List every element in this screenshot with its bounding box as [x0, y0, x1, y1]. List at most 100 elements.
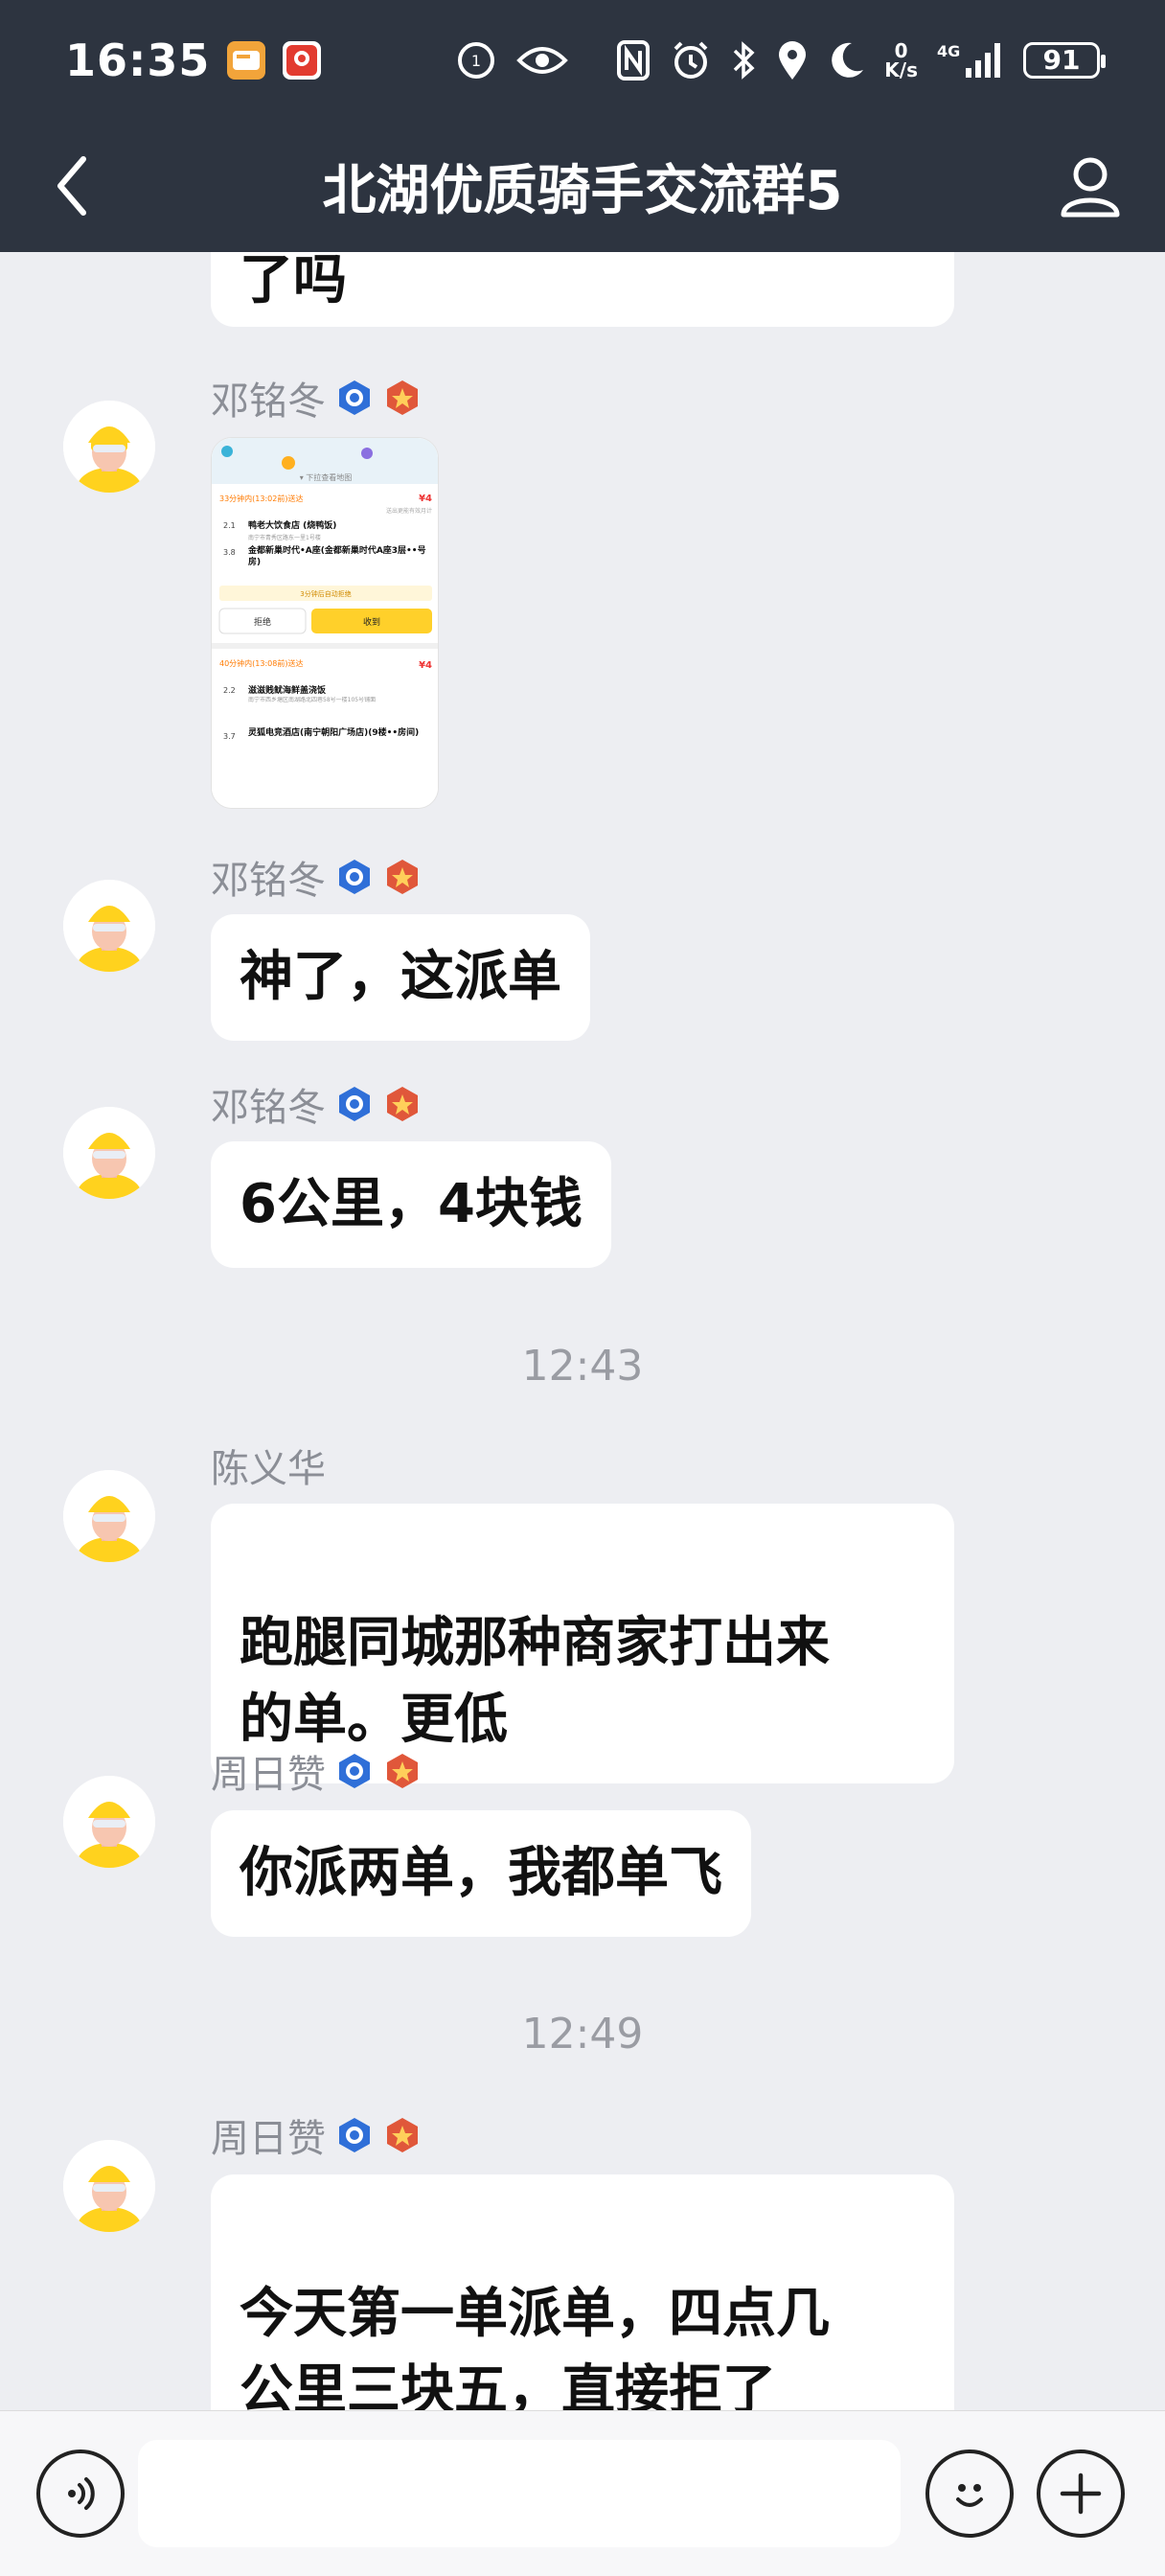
reject-button-label: 拒绝 — [254, 616, 271, 628]
network-type: 4G — [937, 42, 960, 60]
voice-button[interactable] — [36, 2450, 125, 2538]
notification-app-icon — [227, 40, 266, 80]
order1-pickup-addr: 南宁市青秀区路东一里1号楼 — [248, 534, 321, 541]
sender-name: 陈义华 — [211, 1441, 326, 1491]
order1-price: ¥4 — [419, 494, 432, 504]
message-bubble[interactable]: 神了，这派单 — [211, 914, 590, 1041]
sender-label: 周日赞 — [211, 1753, 326, 1797]
avatar[interactable] — [63, 1776, 155, 1868]
group-members-button[interactable] — [1050, 149, 1127, 225]
message-text: 跑腿同城那种商家打出来 的单。更低 — [240, 1612, 830, 1751]
message-bubble[interactable]: 了吗 — [211, 252, 954, 327]
level-badge-icon — [339, 1754, 370, 1788]
avatar[interactable] — [63, 1107, 155, 1199]
order1-pickup-dist: 2.1 — [223, 521, 236, 530]
net-speed: 0 K/s — [884, 38, 918, 81]
message-text: 今天第一单派单，四点几 公里三块五，直接拒了 — [240, 2283, 830, 2410]
notification-app-icon-2 — [283, 40, 322, 80]
chevron-left-icon — [57, 156, 86, 216]
message-input[interactable] — [138, 2440, 901, 2547]
order2-pickup-dist: 2.2 — [223, 686, 236, 695]
rider-avatar-icon — [63, 1776, 155, 1868]
time-divider: 12:49 — [521, 2010, 644, 2058]
order2-drop: 灵狐电竞酒店(南宁朝阳广场店)(9楼••房间) — [248, 728, 420, 738]
status-bar: 16:35 1 0 K/s 4G 91 — [0, 0, 1165, 120]
order2-drop-dist: 3.7 — [223, 732, 236, 741]
sender-name: 周日赞 — [211, 2111, 422, 2161]
moon-icon — [827, 39, 865, 81]
order1-pickup: 鸭老大饮食店 (烧鸭饭) — [248, 519, 336, 531]
bluetooth-icon — [731, 39, 758, 81]
rank-badge-icon — [387, 2118, 418, 2152]
level-badge-icon — [339, 380, 370, 415]
message-text: 你派两单，我都单飞 — [240, 1842, 722, 1904]
message-text: 神了，这派单 — [240, 946, 561, 1008]
avatar[interactable] — [63, 2140, 155, 2232]
back-button[interactable] — [38, 152, 105, 219]
voice-icon — [68, 2477, 95, 2510]
order2-pickup-addr: 南宁市西乡塘区南湖路北四巷58号一楼105号铺面 — [248, 697, 377, 703]
hd-call-icon: 1 — [455, 39, 497, 81]
avatar[interactable] — [63, 880, 155, 972]
svg-text:1: 1 — [471, 52, 481, 70]
message-text: 6公里，4块钱 — [240, 1173, 582, 1235]
level-badge-icon — [339, 860, 370, 894]
rank-badge-icon — [387, 1087, 418, 1121]
nav-bar: 北湖优质骑手交流群5 — [0, 120, 1165, 252]
avatar[interactable] — [63, 401, 155, 493]
sender-label: 邓铭冬 — [211, 380, 326, 424]
smile-icon — [956, 2484, 983, 2507]
message-bubble[interactable]: 跑腿同城那种商家打出来 的单。更低 — [211, 1504, 954, 1783]
rank-badge-icon — [387, 380, 418, 415]
eye-icon — [516, 41, 569, 80]
order2-price: ¥4 — [419, 660, 432, 671]
page-title: 北湖优质骑手交流群5 — [322, 159, 843, 222]
rank-badge-icon — [387, 860, 418, 894]
sender-name: 周日赞 — [211, 1747, 422, 1797]
order1-time: 33分钟内(13:02前)送达 — [219, 494, 303, 503]
order-screenshot-thumb: ▾ 下拉查看地图 33分钟内(13:02前)送达 ¥4 送出更能有效月计 2.1… — [212, 438, 438, 808]
order2-pickup: 滋滋贱鱿海鲜盖浇饭 — [248, 684, 326, 696]
level-badge-icon — [339, 1087, 370, 1121]
status-time: 16:35 — [65, 34, 211, 86]
input-bar — [0, 2410, 1165, 2576]
rank-badge-icon — [387, 1754, 418, 1788]
rider-avatar-icon — [63, 2140, 155, 2232]
order-screenshot-image[interactable]: ▾ 下拉查看地图 33分钟内(13:02前)送达 ¥4 送出更能有效月计 2.1… — [211, 437, 439, 809]
message-text: 了吗 — [240, 252, 347, 311]
sender-label: 周日赞 — [211, 2117, 326, 2161]
message-bubble[interactable]: 你派两单，我都单飞 — [211, 1810, 751, 1937]
more-actions-button[interactable] — [1037, 2450, 1125, 2538]
message-bubble[interactable]: 今天第一单派单，四点几 公里三块五，直接拒了 — [211, 2174, 954, 2410]
order1-note: 送出更能有效月计 — [386, 507, 432, 515]
battery-indicator: 91 — [1023, 41, 1106, 79]
sender-name: 邓铭冬 — [211, 853, 422, 903]
message-bubble[interactable]: 6公里，4块钱 — [211, 1141, 611, 1268]
accept-button-label: 收到 — [363, 616, 380, 628]
sender-label: 陈义华 — [211, 1447, 326, 1491]
plus-icon — [1060, 2472, 1102, 2515]
status-icons: 1 0 K/s 4G 91 — [455, 38, 1106, 81]
time-divider: 12:43 — [521, 1342, 644, 1391]
avatar[interactable] — [63, 1470, 155, 1562]
level-badge-icon — [339, 2118, 370, 2152]
order1-hint: 3分钟后自动拒绝 — [300, 589, 351, 598]
sender-label: 邓铭冬 — [211, 1086, 326, 1130]
top-bar: 16:35 1 0 K/s 4G 91 北湖优质骑手交流群5 — [0, 0, 1165, 252]
rider-avatar-icon — [63, 1107, 155, 1199]
rider-avatar-icon — [63, 880, 155, 972]
sender-label: 邓铭冬 — [211, 859, 326, 903]
rider-avatar-icon — [63, 401, 155, 493]
order1-drop-dist: 3.8 — [223, 548, 236, 557]
chat-messages[interactable]: 了吗 邓铭冬 ▾ 下拉查看地图 33分钟内(13:02前)送达 ¥4 送出更能有… — [0, 252, 1165, 2410]
person-icon — [1061, 157, 1120, 218]
sender-name: 邓铭冬 — [211, 1080, 422, 1130]
alarm-icon — [670, 39, 712, 81]
location-icon — [777, 39, 808, 81]
signal-icon: 4G — [937, 39, 1004, 81]
sender-name: 邓铭冬 — [211, 374, 422, 424]
map-hint-text: ▾ 下拉查看地图 — [300, 472, 353, 482]
rider-avatar-icon — [63, 1470, 155, 1562]
emoji-button[interactable] — [925, 2450, 1014, 2538]
order1-drop: 金都新巢时代•A座(金都新巢时代A座3层••号房) — [248, 546, 426, 567]
